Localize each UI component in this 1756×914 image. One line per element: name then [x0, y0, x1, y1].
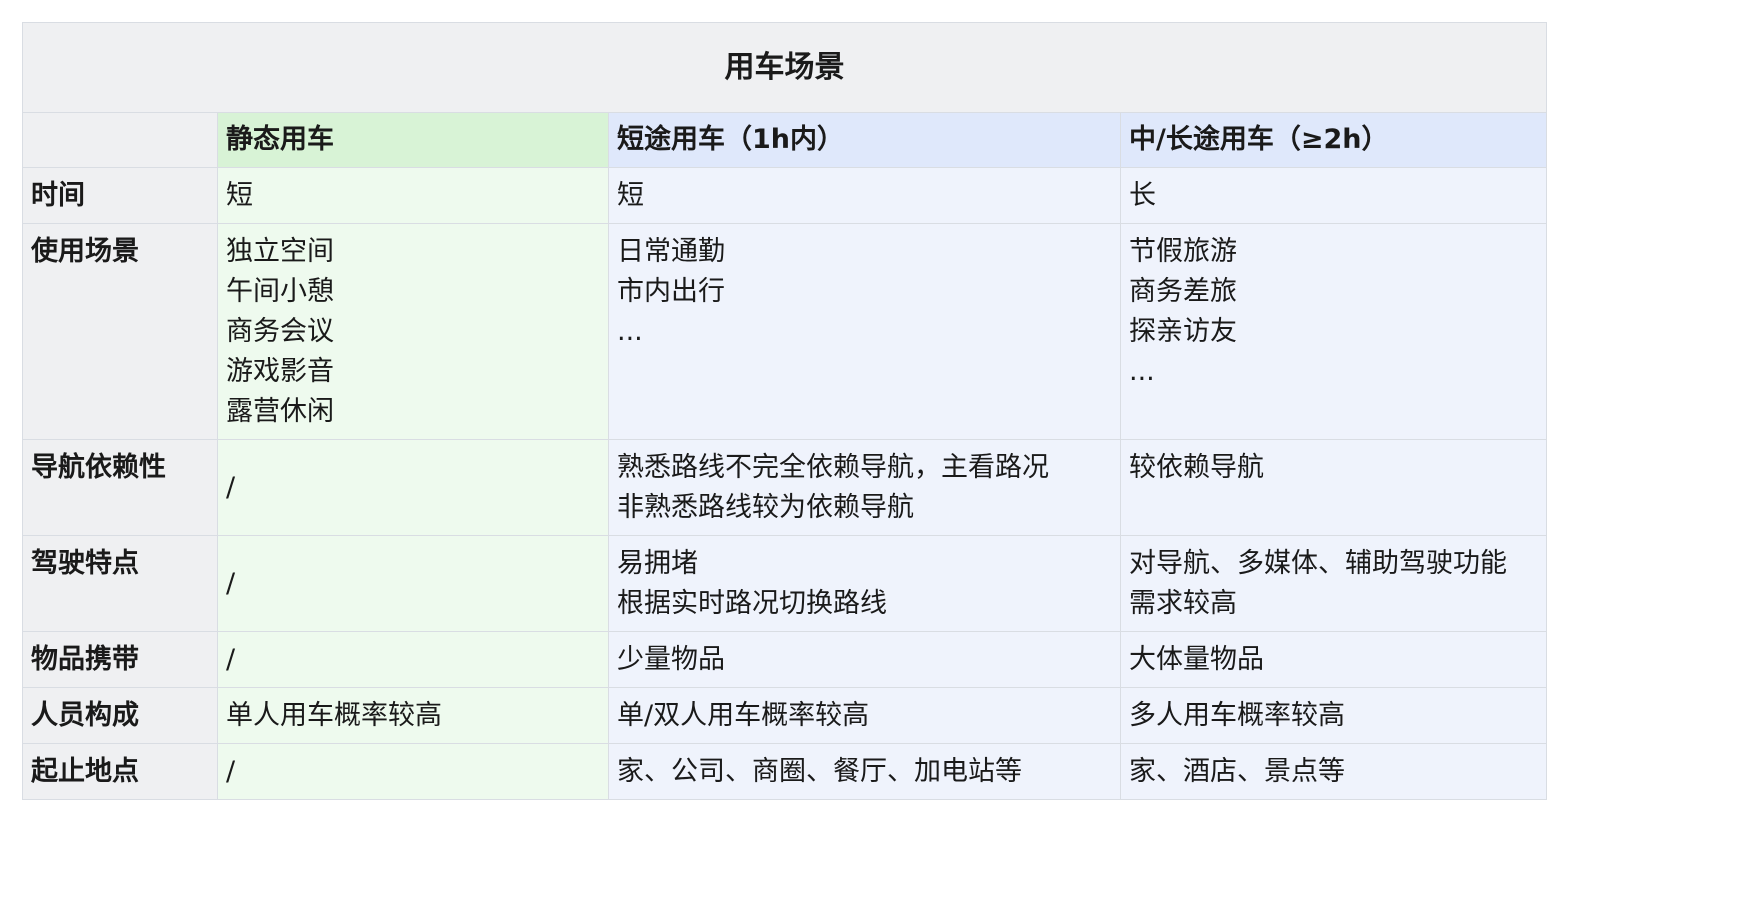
cell-short: 少量物品 [608, 631, 1121, 688]
cell-static: 单人用车概率较高 [217, 687, 609, 744]
cell-short: 日常通勤 市内出行 ... [608, 223, 1121, 440]
table-row: 起止地点 / 家、公司、商圈、餐厅、加电站等 家、酒店、景点等 [22, 743, 1547, 800]
cell-short: 家、公司、商圈、餐厅、加电站等 [608, 743, 1121, 800]
cell-short: 单/双人用车概率较高 [608, 687, 1121, 744]
cell-long: 多人用车概率较高 [1120, 687, 1547, 744]
header-short: 短途用车（1h内） [608, 112, 1121, 168]
scenario-table: 用车场景 静态用车 短途用车（1h内） 中/长途用车（≥2h） 时间 短 短 长… [22, 22, 1547, 800]
row-label: 物品携带 [22, 631, 218, 688]
cell-long: 大体量物品 [1120, 631, 1547, 688]
table-row: 人员构成 单人用车概率较高 单/双人用车概率较高 多人用车概率较高 [22, 687, 1547, 744]
cell-static: / [217, 535, 609, 632]
row-label: 使用场景 [22, 223, 218, 440]
table-row: 使用场景 独立空间 午间小憩 商务会议 游戏影音 露营休闲 日常通勤 市内出行 … [22, 223, 1547, 440]
cell-short: 易拥堵 根据实时路况切换路线 [608, 535, 1121, 632]
cell-short: 短 [608, 167, 1121, 224]
table-row: 导航依赖性 / 熟悉路线不完全依赖导航，主看路况 非熟悉路线较为依赖导航 较依赖… [22, 439, 1547, 536]
cell-long: 家、酒店、景点等 [1120, 743, 1547, 800]
cell-static: / [217, 743, 609, 800]
header-corner [22, 112, 218, 168]
row-label: 导航依赖性 [22, 439, 218, 536]
cell-static: / [217, 631, 609, 688]
row-label: 驾驶特点 [22, 535, 218, 632]
cell-static: 独立空间 午间小憩 商务会议 游戏影音 露营休闲 [217, 223, 609, 440]
cell-long: 节假旅游 商务差旅 探亲访友 ... [1120, 223, 1547, 440]
row-label: 人员构成 [22, 687, 218, 744]
cell-static: 短 [217, 167, 609, 224]
cell-long: 对导航、多媒体、辅助驾驶功能 需求较高 [1120, 535, 1547, 632]
cell-static: / [217, 439, 609, 536]
table-row: 时间 短 短 长 [22, 167, 1547, 224]
row-label: 起止地点 [22, 743, 218, 800]
cell-short: 熟悉路线不完全依赖导航，主看路况 非熟悉路线较为依赖导航 [608, 439, 1121, 536]
cell-long: 长 [1120, 167, 1547, 224]
table-row: 驾驶特点 / 易拥堵 根据实时路况切换路线 对导航、多媒体、辅助驾驶功能 需求较… [22, 535, 1547, 632]
table-row: 物品携带 / 少量物品 大体量物品 [22, 631, 1547, 688]
row-label: 时间 [22, 167, 218, 224]
cell-long: 较依赖导航 [1120, 439, 1547, 536]
header-static: 静态用车 [217, 112, 609, 168]
table-title: 用车场景 [22, 22, 1547, 113]
header-long: 中/长途用车（≥2h） [1120, 112, 1547, 168]
